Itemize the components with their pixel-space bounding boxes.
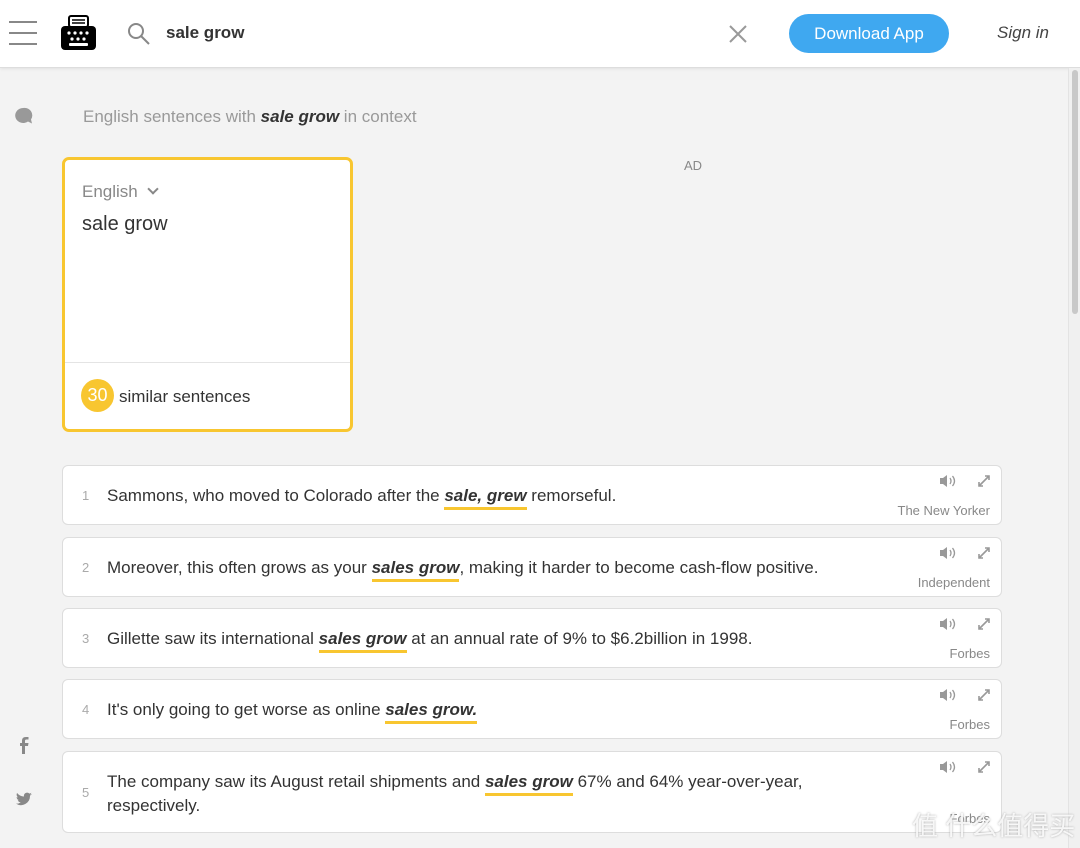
sentence-source[interactable]: Independent [918, 575, 990, 590]
typewriter-logo-icon[interactable] [60, 15, 97, 51]
sentence-number: 2 [82, 560, 90, 575]
sentence-pre: Sammons, who moved to Colorado after the [107, 486, 445, 505]
context-prefix: English sentences with [83, 107, 261, 126]
menu-icon[interactable] [9, 21, 37, 47]
speaker-icon[interactable] [939, 688, 957, 702]
query-card: English sale grow 30 similar sentences [62, 157, 353, 432]
sentence-text: Sammons, who moved to Colorado after the… [107, 484, 867, 510]
sentence-highlight: sale, grew [444, 486, 527, 510]
sentence-pre: The company saw its August retail shipme… [107, 772, 485, 791]
twitter-icon[interactable] [16, 792, 32, 806]
sentence-highlight: sales grow. [385, 700, 478, 724]
search-input[interactable]: sale grow [166, 23, 244, 43]
facebook-icon[interactable] [16, 736, 30, 754]
query-text[interactable]: sale grow [82, 213, 168, 236]
sentence-pre: It's only going to get worse as online [107, 700, 386, 719]
ad-label: AD [684, 158, 703, 173]
sentence-row: 3 Gillette saw its international sales g… [62, 608, 1002, 668]
sentence-highlight: sales grow [318, 629, 407, 653]
speaker-icon[interactable] [939, 760, 957, 774]
expand-icon[interactable] [977, 617, 991, 631]
chevron-down-icon [146, 183, 159, 195]
speaker-icon[interactable] [939, 546, 957, 560]
download-app-button[interactable]: Download App [789, 14, 949, 53]
scrollbar[interactable] [1068, 68, 1080, 848]
sentence-row: 2 Moreover, this often grows as your sal… [62, 537, 1002, 597]
sentence-number: 3 [82, 631, 90, 646]
sign-in-link[interactable]: Sign in [997, 23, 1049, 43]
count-badge: 30 [81, 379, 114, 412]
search-icon[interactable] [127, 22, 151, 46]
speaker-icon[interactable] [939, 617, 957, 631]
sentence-number: 5 [82, 785, 90, 800]
context-heading: English sentences with sale grow in cont… [83, 107, 417, 127]
comment-icon[interactable] [14, 107, 34, 125]
expand-icon[interactable] [977, 474, 991, 488]
speaker-icon[interactable] [939, 474, 957, 488]
sentence-row: 1 Sammons, who moved to Colorado after t… [62, 465, 1002, 525]
sentence-text: Gillette saw its international sales gro… [107, 627, 867, 653]
sentence-source[interactable]: Forbes [950, 717, 990, 732]
sentence-text: Moreover, this often grows as your sales… [107, 556, 867, 582]
language-select[interactable]: English [82, 182, 159, 202]
sentence-number: 4 [82, 702, 90, 717]
sentence-pre: Gillette saw its international [107, 629, 319, 648]
scrollbar-thumb[interactable] [1072, 70, 1078, 314]
sentence-highlight: sales grow [484, 772, 573, 796]
sentence-row: 5 The company saw its August retail ship… [62, 751, 1002, 833]
sentence-post: at an annual rate of 9% to $6.2billion i… [406, 629, 753, 648]
expand-icon[interactable] [977, 546, 991, 560]
expand-icon[interactable] [977, 688, 991, 702]
sentence-source[interactable]: Forbes [950, 646, 990, 661]
similar-footer: 30 similar sentences [65, 362, 350, 430]
sentence-source[interactable]: The New Yorker [898, 503, 991, 518]
sentence-post: remorseful. [526, 486, 617, 505]
sentence-highlight: sales grow [371, 558, 460, 582]
sentence-number: 1 [82, 488, 90, 503]
similar-label: similar sentences [119, 387, 251, 406]
watermark: 值 什么值得买 [912, 811, 1076, 841]
expand-icon[interactable] [977, 760, 991, 774]
sentence-row: 4 It's only going to get worse as online… [62, 679, 1002, 739]
sentence-post: , making it harder to become cash-flow p… [459, 558, 819, 577]
context-term: sale grow [260, 107, 340, 126]
language-label: English [82, 182, 138, 201]
context-suffix: in context [339, 107, 417, 126]
sentence-pre: Moreover, this often grows as your [107, 558, 372, 577]
sentence-text: The company saw its August retail shipme… [107, 770, 867, 818]
clear-search-icon[interactable] [728, 24, 748, 44]
top-bar: sale grow Download App Sign in [0, 0, 1080, 68]
sentence-text: It's only going to get worse as online s… [107, 698, 867, 724]
